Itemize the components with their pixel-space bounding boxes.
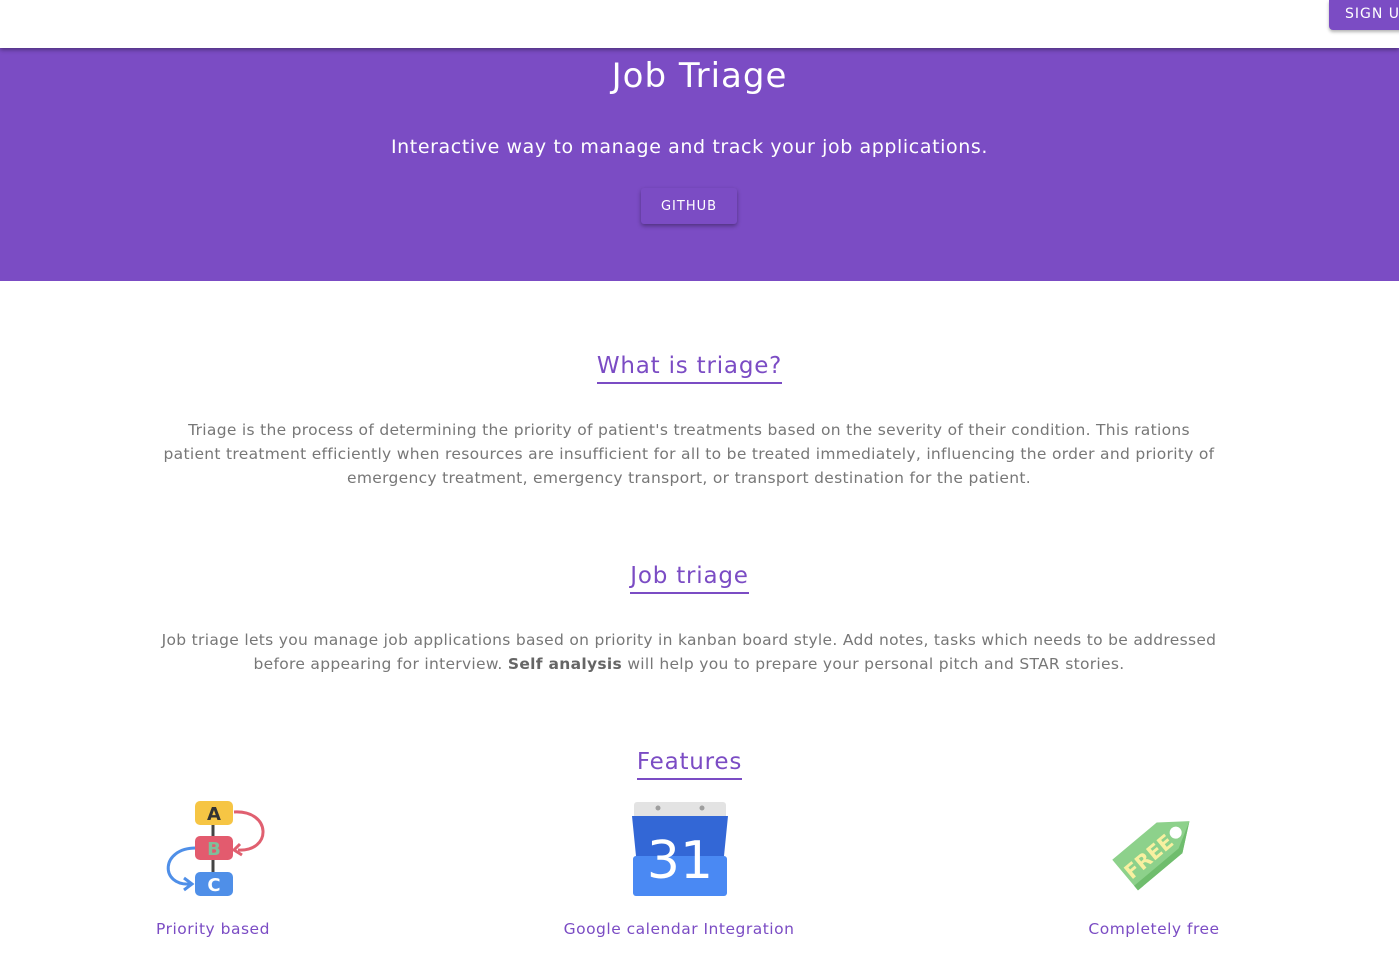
priority-abc-icon: A B C (166, 801, 265, 896)
features-heading: Features (636, 748, 743, 780)
job-triage-text: Job triage lets you manage job applicati… (160, 628, 1218, 676)
job-triage-section: Job triage (0, 562, 1379, 594)
feature-label-free: Completely free (1088, 920, 1220, 938)
hero-subtitle: Interactive way to manage and track your… (390, 136, 989, 158)
tag-group: FREE (1112, 821, 1190, 891)
top-app-bar: SIGN U (0, 0, 1399, 48)
job-triage-text-end: will help you to prepare your personal p… (627, 655, 1125, 673)
feature-label-calendar: Google calendar Integration (563, 920, 795, 938)
github-button[interactable]: GITHUB (641, 188, 737, 224)
self-analysis-emphasis: Self analysis (507, 655, 623, 673)
page-title: Job Triage (611, 56, 788, 96)
job-triage-heading: Job triage (630, 562, 749, 594)
arrow-b-to-c (166, 846, 197, 886)
what-is-triage-section: What is triage? (0, 352, 1379, 384)
what-is-triage-heading: What is triage? (596, 352, 783, 384)
letter-b: B (207, 839, 221, 860)
calendar-ring (699, 805, 705, 811)
calendar-ring (655, 805, 661, 811)
letter-c: C (207, 875, 220, 896)
calendar-day: 31 (647, 831, 713, 891)
free-tag-icon: FREE (1112, 821, 1190, 891)
hero-banner: Job Triage Interactive way to manage and… (0, 48, 1399, 281)
feature-label-priority: Priority based (156, 920, 270, 938)
what-is-triage-text: Triage is the process of determining the… (163, 421, 1215, 487)
signup-button[interactable]: SIGN U (1329, 0, 1399, 30)
letter-a: A (207, 804, 221, 825)
google-calendar-icon: 31 (632, 802, 728, 896)
features-section: Features (0, 748, 1379, 780)
